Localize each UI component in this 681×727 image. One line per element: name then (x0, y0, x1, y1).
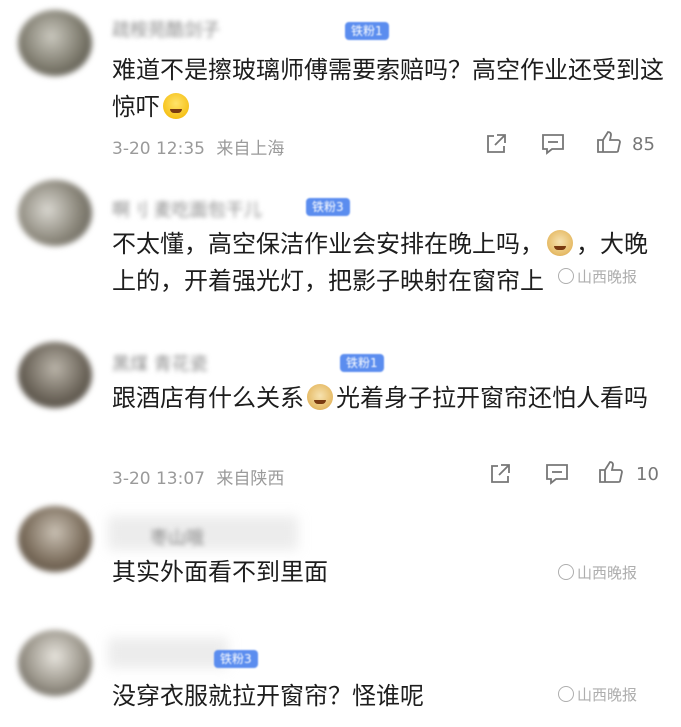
laughing-crying-emoji (163, 93, 189, 119)
thumbs-up-icon[interactable] (598, 460, 624, 484)
comment-location: 来自上海 (216, 139, 285, 159)
comment-text: 跟酒店有什么关系 光着身子拉开窗帘还怕人看吗 (112, 380, 664, 417)
like-count: 10 (636, 464, 659, 485)
comment-meta: 3-20 13:07 来自陕西 (112, 464, 284, 489)
watermark: 山西晚报 (558, 562, 637, 583)
comment-item: 黑煤 青花瓷 铁粉1 跟酒店有什么关系 光着身子拉开窗帘还怕人看吗 3-20 13… (0, 320, 681, 500)
avatar[interactable] (18, 342, 92, 408)
comment-item: 疏桉苑酷剑子 铁粉1 难道不是擦玻璃师傅需要索赔吗？高空作业还受到这惊吓 3-2… (0, 0, 681, 170)
comment-time: 3-20 12:35 (112, 139, 205, 159)
comment-text: 难道不是擦玻璃师傅需要索赔吗？高空作业还受到这惊吓 (112, 52, 664, 126)
avatar[interactable] (18, 180, 92, 246)
comment-author[interactable]: 疏桉苑酷剑子 (112, 16, 220, 41)
comment-item: 枣山哦 其实外面看不到里面 山西晚报 (0, 500, 681, 620)
comment-author[interactable]: 黑煤 青花瓷 (112, 350, 208, 375)
comment-location: 来自陕西 (216, 469, 285, 489)
comment-text-body: 其实外面看不到里面 (112, 558, 328, 586)
share-icon[interactable] (488, 462, 514, 486)
doge-emoji (547, 230, 573, 256)
avatar[interactable] (18, 10, 92, 76)
share-icon[interactable] (484, 132, 510, 156)
fan-badge: 铁粉1 (345, 22, 389, 40)
comment-icon[interactable] (544, 462, 570, 486)
comment-time: 3-20 13:07 (112, 469, 205, 489)
comment-author[interactable]: 啊刂 麦吃面包干儿 (112, 196, 262, 221)
comment-meta: 3-20 12:35 来自上海 (112, 134, 284, 159)
watermark: 山西晚报 (558, 684, 637, 705)
like-count: 85 (632, 134, 655, 155)
fan-badge: 铁粉3 (214, 650, 258, 668)
comment-icon[interactable] (540, 132, 566, 156)
avatar[interactable] (18, 630, 92, 696)
watermark-logo-icon (558, 268, 574, 284)
thumbs-up-icon[interactable] (596, 130, 622, 154)
watermark-logo-icon (558, 686, 574, 702)
comment-text-body-2: 光着身子拉开窗帘还怕人看吗 (336, 384, 648, 412)
doge-emoji (307, 384, 333, 410)
comment-item: 铁粉3 没穿衣服就拉开窗帘？怪谁呢 山西晚报 (0, 620, 681, 727)
comment-text-body: 没穿衣服就拉开窗帘？怪谁呢 (112, 682, 424, 710)
watermark-logo-icon (558, 564, 574, 580)
comment-item: 啊刂 麦吃面包干儿 铁粉3 不太懂，高空保洁作业会安排在晚上吗， ，大晚上的，开着… (0, 170, 681, 320)
comment-text: 不太懂，高空保洁作业会安排在晚上吗， ，大晚上的，开着强光灯，把影子映射在窗帘上 (112, 226, 664, 300)
comment-text-body-1: 跟酒店有什么关系 (112, 384, 304, 412)
blurred-region (108, 638, 228, 668)
comment-text-body: 难道不是擦玻璃师傅需要索赔吗？高空作业还受到这惊吓 (112, 56, 664, 121)
avatar[interactable] (18, 506, 92, 572)
watermark: 山西晚报 (558, 266, 637, 287)
fan-badge: 铁粉1 (340, 354, 384, 372)
comment-author[interactable]: 枣山哦 (150, 524, 204, 549)
comment-text-body-1: 不太懂，高空保洁作业会安排在晚上吗， (112, 230, 544, 258)
fan-badge: 铁粉3 (306, 198, 350, 216)
